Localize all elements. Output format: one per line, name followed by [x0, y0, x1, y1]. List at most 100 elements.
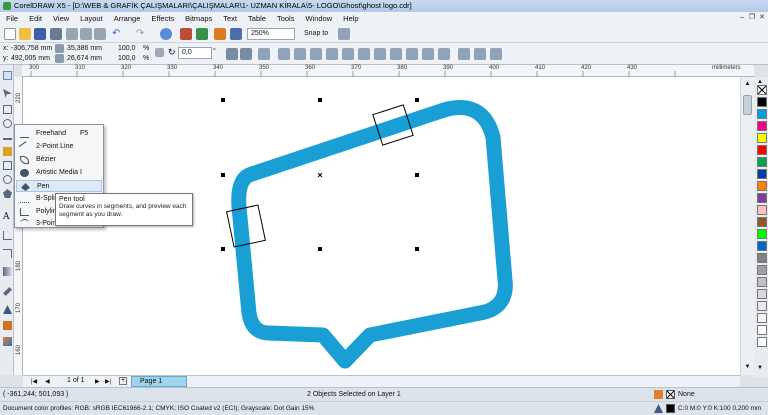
copy-icon[interactable] [80, 28, 92, 40]
intersect-icon[interactable] [374, 48, 386, 60]
print-icon[interactable] [50, 28, 62, 40]
eyedropper-icon[interactable] [3, 287, 12, 296]
menu-arrange[interactable]: Arrange [114, 14, 141, 23]
text-tool-icon[interactable]: A [3, 213, 12, 222]
dimension-tool-icon[interactable] [3, 231, 12, 240]
rectangle-tool-icon[interactable] [3, 161, 12, 170]
group-icon[interactable] [278, 48, 290, 60]
menu-tools[interactable]: Tools [277, 14, 295, 23]
color-swatch[interactable] [757, 277, 767, 287]
color-swatch[interactable] [757, 181, 767, 191]
tab-page-1[interactable]: Page 1 [131, 376, 187, 387]
no-color-swatch[interactable] [757, 85, 767, 95]
color-profiles-text[interactable]: Document color profiles: RGB: sRGB IEC61… [3, 405, 314, 412]
flyout-item-pen[interactable]: Pen [16, 180, 102, 192]
scroll-thumb[interactable] [743, 95, 752, 115]
shape-tool-icon[interactable] [3, 89, 12, 98]
color-swatch[interactable] [757, 157, 767, 167]
menu-window[interactable]: Window [305, 14, 332, 23]
import-icon[interactable] [180, 28, 192, 40]
menu-layout[interactable]: Layout [80, 14, 103, 23]
menu-table[interactable]: Table [248, 14, 266, 23]
color-swatch[interactable] [757, 97, 767, 107]
freehand-tool-icon[interactable] [3, 131, 12, 140]
pick-tool-icon[interactable] [3, 71, 12, 80]
menu-effects[interactable]: Effects [151, 14, 174, 23]
drawing-canvas[interactable] [23, 77, 740, 375]
horizontal-ruler[interactable]: 300 310 320 330 340 350 360 370 380 390 … [22, 65, 754, 77]
menu-edit[interactable]: Edit [29, 14, 42, 23]
color-swatch[interactable] [757, 313, 767, 323]
vertical-scrollbar[interactable]: ▲ ▼ [740, 77, 754, 375]
connector-tool-icon[interactable] [3, 249, 12, 258]
smart-fill-icon[interactable] [3, 147, 12, 156]
color-swatch[interactable] [757, 109, 767, 119]
color-swatch[interactable] [757, 325, 767, 335]
color-swatch[interactable] [757, 301, 767, 311]
welcome-screen-icon[interactable] [230, 28, 242, 40]
palette-scroll-down-icon[interactable]: ▼ [757, 365, 766, 371]
interactive-fill-icon[interactable] [3, 337, 12, 346]
flyout-item-2-point-line[interactable]: 2-Point Line [16, 141, 102, 153]
search-content-icon[interactable] [160, 28, 172, 40]
cut-icon[interactable] [66, 28, 78, 40]
crop-tool-icon[interactable] [3, 105, 12, 114]
flyout-item-freehand[interactable]: Freehand F5 [16, 128, 102, 140]
color-swatch[interactable] [757, 265, 767, 275]
scale-x-field[interactable]: 100,0 [118, 45, 136, 52]
menu-text[interactable]: Text [223, 14, 237, 23]
menu-view[interactable]: View [53, 14, 69, 23]
blend-tool-icon[interactable] [3, 267, 12, 276]
simplify-icon[interactable] [390, 48, 402, 60]
first-page-icon[interactable]: |◀ [31, 378, 37, 385]
color-swatch[interactable] [757, 169, 767, 179]
open-folder-icon[interactable] [19, 28, 31, 40]
menu-help[interactable]: Help [343, 14, 358, 23]
object-width-field[interactable]: 35,386 mm [67, 45, 102, 52]
paste-icon[interactable] [94, 28, 106, 40]
ungroup-all-icon[interactable] [310, 48, 322, 60]
x-position-field[interactable]: -306,758 mm [11, 45, 52, 52]
rotation-angle-field[interactable]: 0,0 [178, 47, 212, 59]
minimize-doc-icon[interactable]: – [738, 14, 746, 22]
fill-tool-icon[interactable] [3, 321, 12, 330]
close-doc-icon[interactable]: ✕ [758, 14, 766, 22]
color-swatch[interactable] [757, 121, 767, 131]
application-launcher-icon[interactable] [214, 28, 226, 40]
new-document-icon[interactable] [4, 28, 16, 40]
color-swatch[interactable] [757, 229, 767, 239]
color-swatch[interactable] [757, 289, 767, 299]
options-icon[interactable] [338, 28, 350, 40]
align-distribute-icon[interactable] [458, 48, 470, 60]
break-apart-icon[interactable] [342, 48, 354, 60]
mirror-horizontal-icon[interactable] [226, 48, 238, 60]
color-swatch[interactable] [757, 217, 767, 227]
ellipse-tool-icon[interactable] [3, 175, 12, 184]
y-position-field[interactable]: 492,005 mm [11, 55, 50, 62]
save-icon[interactable] [34, 28, 46, 40]
last-page-icon[interactable]: ▶| [105, 378, 111, 385]
front-minus-back-icon[interactable] [406, 48, 418, 60]
color-swatch[interactable] [757, 241, 767, 251]
scroll-up-icon[interactable]: ▲ [743, 80, 752, 88]
color-swatch[interactable] [757, 193, 767, 203]
prev-page-icon[interactable]: ◀ [45, 378, 50, 385]
zoom-tool-icon[interactable] [3, 119, 12, 128]
mirror-vertical-icon[interactable] [240, 48, 252, 60]
scale-y-field[interactable]: 100,0 [118, 55, 136, 62]
outline-color-swatch[interactable] [666, 404, 675, 413]
fill-none-swatch[interactable] [666, 390, 675, 399]
scroll-down-icon[interactable]: ▼ [743, 363, 752, 371]
redo-icon[interactable]: ↷ [136, 28, 148, 40]
flyout-item-artistic-media[interactable]: Artistic Media I [16, 167, 102, 179]
polygon-tool-icon[interactable] [3, 189, 12, 198]
menu-bitmaps[interactable]: Bitmaps [185, 14, 212, 23]
color-swatch[interactable] [757, 205, 767, 215]
lock-ratio-icon[interactable] [155, 48, 164, 57]
to-back-icon[interactable] [490, 48, 502, 60]
color-swatch[interactable] [757, 133, 767, 143]
snap-to-button[interactable]: Snap to [304, 30, 328, 37]
outline-pen-icon[interactable] [3, 305, 12, 314]
color-swatch[interactable] [757, 145, 767, 155]
menu-file[interactable]: File [6, 14, 18, 23]
